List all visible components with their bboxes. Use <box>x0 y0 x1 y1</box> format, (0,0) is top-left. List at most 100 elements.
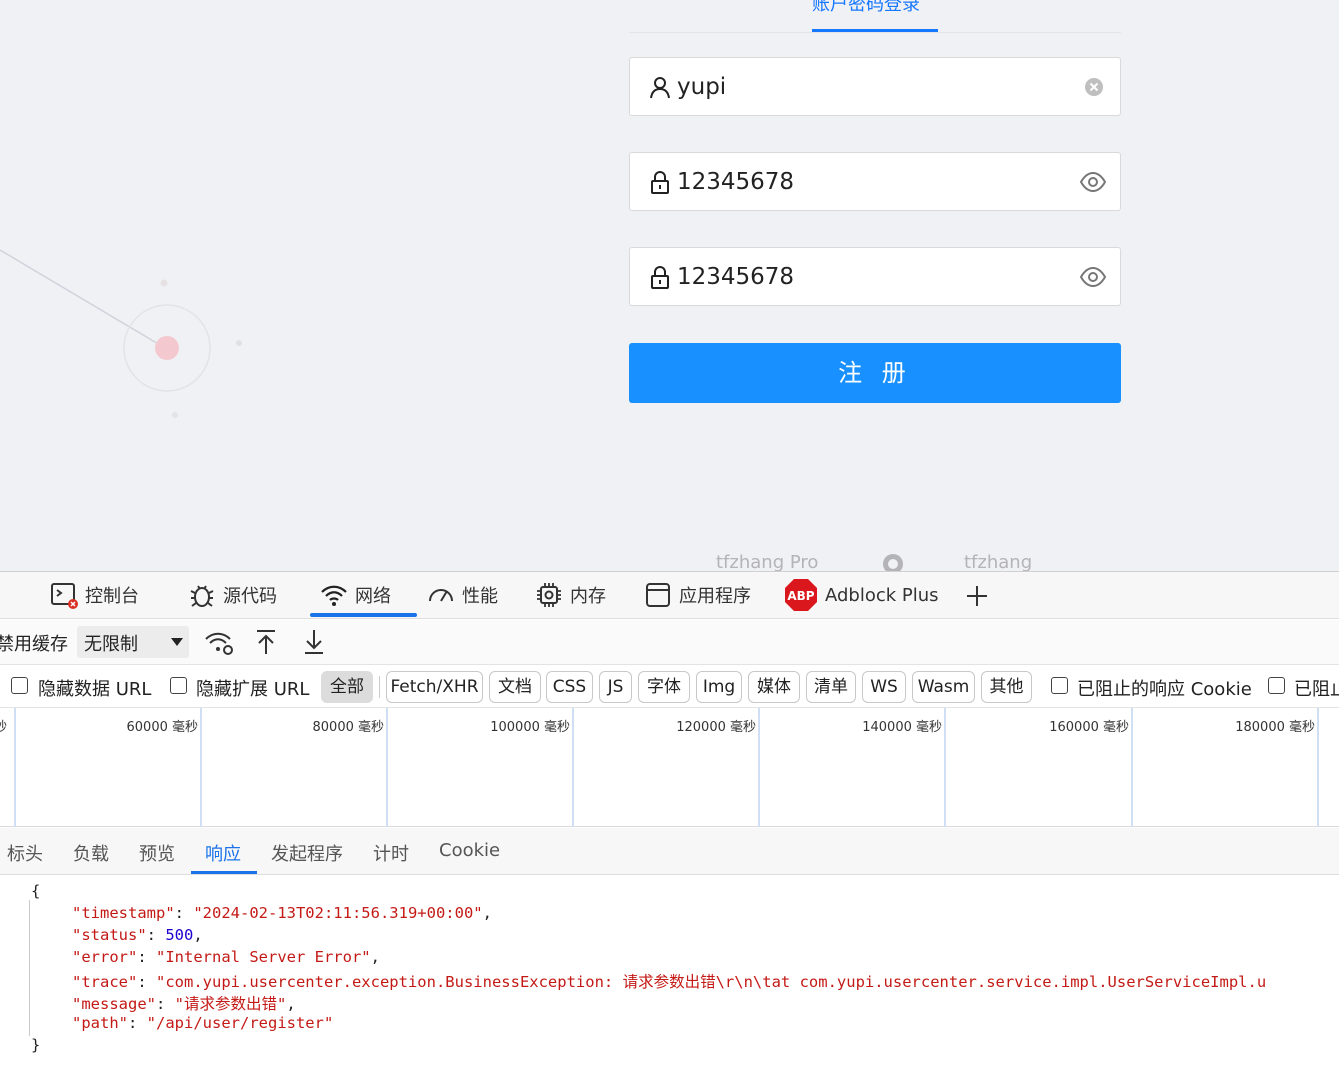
response-viewer[interactable]: { "timestamp": "2024-02-13T02:11:56.319+… <box>0 876 1339 1072</box>
filter-other[interactable]: 其他 <box>981 671 1032 703</box>
tab-performance-label: 性能 <box>462 586 498 607</box>
tab-account-password-login[interactable]: 账户密码登录 <box>812 0 920 16</box>
username-value: yupi <box>677 74 727 100</box>
lock-icon <box>651 171 669 194</box>
disable-cache-label[interactable]: 禁用缓存 <box>0 630 68 656</box>
register-button[interactable]: 注 册 <box>629 343 1121 403</box>
tab-payload[interactable]: 负载 <box>73 840 109 866</box>
timeline-tick-label: 160000 毫秒 <box>1049 720 1129 735</box>
blocked-cookies-checkbox[interactable] <box>1051 677 1068 694</box>
timeline-gridline <box>1131 708 1133 827</box>
timeline-gridline <box>758 708 760 827</box>
json-comma: , <box>193 926 203 944</box>
filter-fetch-xhr[interactable]: Fetch/XHR <box>386 671 483 703</box>
password-value: 12345678 <box>677 169 795 195</box>
user-icon <box>650 77 670 99</box>
lock-icon <box>651 266 669 289</box>
tab-network[interactable]: 网络 <box>310 572 417 618</box>
network-conditions-icon[interactable] <box>204 630 234 656</box>
tab-sources[interactable]: 源代码 <box>188 572 277 618</box>
json-open-brace: { <box>31 882 41 900</box>
filter-bar: 隐藏数据 URL 隐藏扩展 URL 全部 Fetch/XHR 文档 CSS JS… <box>0 666 1339 708</box>
filter-img[interactable]: Img <box>696 671 742 703</box>
blocked-requests-checkbox[interactable] <box>1268 677 1285 694</box>
hide-data-url-checkbox[interactable] <box>11 677 28 694</box>
blocked-cookies-label: 已阻止的响应 Cookie <box>1077 679 1252 700</box>
tab-memory-label: 内存 <box>570 586 606 607</box>
json-value: "请求参数出错" <box>174 995 287 1013</box>
json-value: "/api/user/register" <box>146 1014 334 1032</box>
tab-preview[interactable]: 预览 <box>139 840 175 866</box>
upload-icon[interactable] <box>255 628 277 656</box>
json-key: "timestamp" <box>72 904 175 922</box>
check-password-value: 12345678 <box>677 264 795 290</box>
add-tab-icon[interactable] <box>966 585 988 607</box>
tab-initiator[interactable]: 发起程序 <box>271 840 343 866</box>
json-key: "status" <box>72 926 147 944</box>
network-overview-timeline[interactable]: 秒 60000 毫秒 80000 毫秒 100000 毫秒 120000 毫秒 … <box>0 708 1339 827</box>
json-key: "trace" <box>72 973 138 991</box>
bug-icon <box>190 585 214 607</box>
filter-media[interactable]: 媒体 <box>748 671 800 703</box>
throttle-value: 无限制 <box>84 634 138 655</box>
tab-performance[interactable]: 性能 <box>427 572 498 618</box>
filter-js[interactable]: JS <box>599 671 632 703</box>
timeline-gridline <box>1317 708 1319 827</box>
json-key: "path" <box>72 1014 128 1032</box>
check-password-field[interactable]: 12345678 <box>629 247 1121 306</box>
clear-icon[interactable] <box>1084 77 1104 97</box>
tab-cookies[interactable]: Cookie <box>439 840 500 861</box>
filter-css[interactable]: CSS <box>546 671 593 703</box>
tab-network-label: 网络 <box>355 586 391 607</box>
username-field[interactable]: yupi <box>629 57 1121 116</box>
tab-memory[interactable]: 内存 <box>535 572 606 618</box>
register-page: 账户密码登录 yupi 12345678 12345678 注 册 tfzhan… <box>0 0 1339 571</box>
timeline-tick-label: 100000 毫秒 <box>490 720 570 735</box>
indent-guide <box>29 900 30 1036</box>
tab-headers[interactable]: 标头 <box>7 840 43 866</box>
tab-response[interactable]: 响应 <box>205 840 241 866</box>
filter-wasm[interactable]: Wasm <box>912 671 975 703</box>
filter-font[interactable]: 字体 <box>638 671 690 703</box>
json-key: "message" <box>72 995 156 1013</box>
download-icon[interactable] <box>303 628 325 656</box>
tab-console[interactable]: 控制台 <box>50 572 139 618</box>
tab-timing[interactable]: 计时 <box>373 840 409 866</box>
json-line-path: "path": "/api/user/register" <box>72 1014 334 1032</box>
timeline-gridline <box>572 708 574 827</box>
timeline-tick-label: 60000 毫秒 <box>126 720 199 735</box>
footer-link-pro[interactable]: tfzhang Pro <box>716 552 818 571</box>
tab-adblock-plus[interactable]: ABP Adblock Plus <box>784 572 939 618</box>
github-icon[interactable] <box>882 553 904 571</box>
json-comma: , <box>286 995 296 1013</box>
json-value: "Internal Server Error" <box>156 948 371 966</box>
hide-ext-url-checkbox[interactable] <box>170 677 187 694</box>
filter-ws[interactable]: WS <box>862 671 906 703</box>
filter-all[interactable]: 全部 <box>321 671 373 703</box>
password-field[interactable]: 12345678 <box>629 152 1121 211</box>
filter-doc[interactable]: 文档 <box>489 671 541 703</box>
chevron-down-icon <box>171 638 183 646</box>
json-line-error: "error": "Internal Server Error", <box>72 948 380 966</box>
eye-icon[interactable] <box>1080 171 1106 193</box>
background-decoration <box>0 249 242 418</box>
eye-icon[interactable] <box>1080 266 1106 288</box>
filter-manifest[interactable]: 清单 <box>806 671 856 703</box>
tab-application[interactable]: 应用程序 <box>644 572 751 618</box>
json-value: 500 <box>165 926 194 944</box>
tab-divider <box>629 32 1121 33</box>
adblock-icon: ABP <box>785 579 817 611</box>
timeline-gridline <box>14 708 16 827</box>
svg-text:ABP: ABP <box>787 589 814 603</box>
timeline-gridline <box>944 708 946 827</box>
devtools-panel: 控制台 源代码 网络 性能 内存 应用程序 ABP Adblock Plus 禁… <box>0 571 1339 1072</box>
timeline-gridline <box>200 708 202 827</box>
timeline-tick-label: 180000 毫秒 <box>1235 720 1315 735</box>
window-icon <box>646 583 670 607</box>
console-icon <box>51 583 78 609</box>
throttle-select[interactable]: 无限制 <box>77 626 189 658</box>
footer-link-author[interactable]: tfzhang <box>964 552 1032 571</box>
hide-data-url-label: 隐藏数据 URL <box>38 679 152 700</box>
json-close-brace: } <box>31 1036 41 1054</box>
timeline-tick-label: 140000 毫秒 <box>862 720 942 735</box>
